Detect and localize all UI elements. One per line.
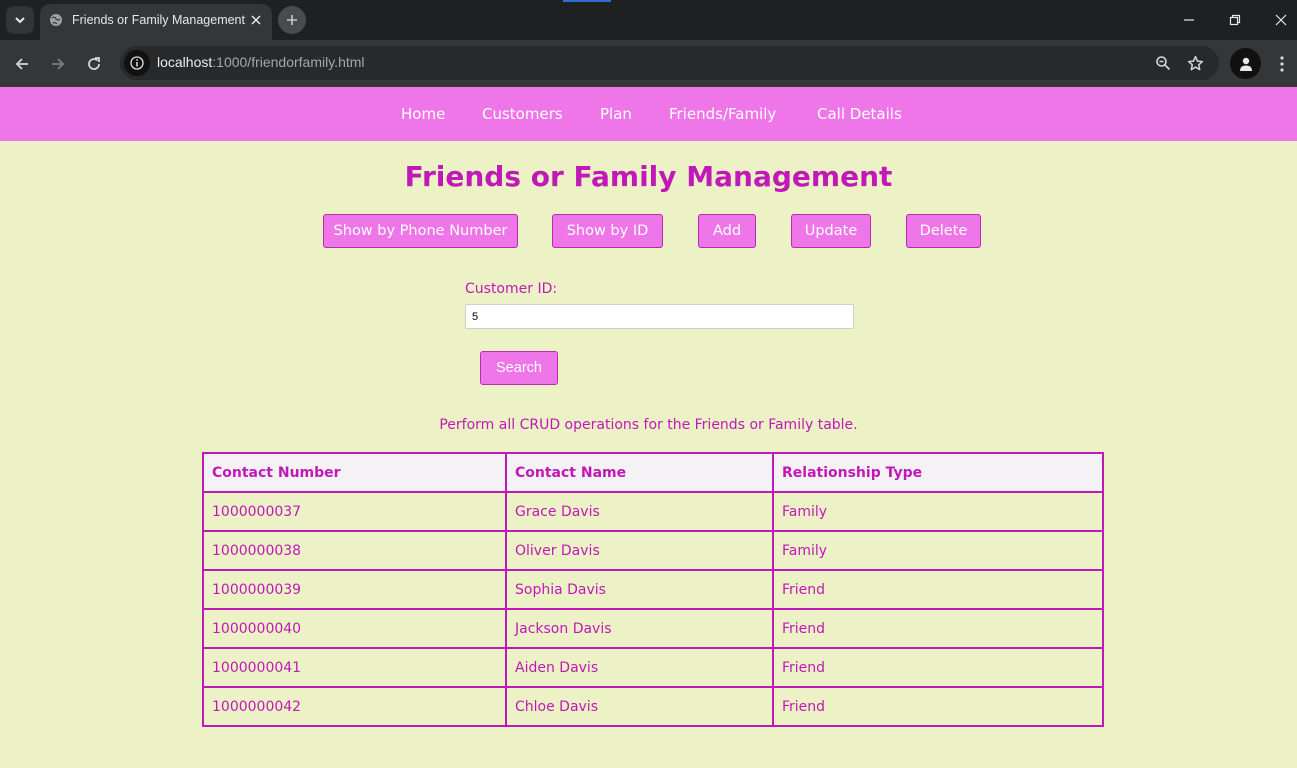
page-title: Friends or Family Management: [404, 160, 893, 193]
contact-name-cell: Sophia Davis: [505, 569, 774, 610]
show-by-id-button[interactable]: Show by ID: [552, 214, 663, 248]
contact-number-cell: 1000000041: [202, 647, 507, 688]
nav-link-home[interactable]: Home: [401, 105, 445, 123]
bookmark-button[interactable]: [1186, 54, 1204, 72]
forward-icon: [52, 58, 65, 70]
nav-link-friends-family[interactable]: Friends/Family: [669, 105, 776, 123]
url-host: localhost: [157, 54, 213, 70]
delete-button[interactable]: Delete: [906, 214, 981, 248]
globe-icon: [50, 14, 62, 26]
column-header: Contact Number: [202, 452, 507, 493]
relationship-type-cell: Family: [772, 530, 1104, 571]
table-row: 1000000042 Chloe Davis Friend: [202, 686, 1104, 727]
customer-id-label: Customer ID:: [465, 281, 558, 297]
relationship-type-cell: Friend: [772, 608, 1104, 649]
url-path: :1000/friendorfamily.html: [212, 54, 365, 70]
table-row: 1000000037 Grace Davis Family: [202, 491, 1104, 532]
contact-name-cell: Aiden Davis: [505, 647, 774, 688]
site-info-icon: [130, 56, 144, 70]
tab-title: Friends or Family Management: [72, 13, 245, 27]
restore-icon: [1229, 14, 1241, 26]
contact-name-cell: Grace Davis: [505, 491, 774, 532]
url-text[interactable]: localhost:1000/friendorfamily.html: [157, 54, 365, 70]
close-window-button[interactable]: [1266, 6, 1296, 34]
browser-tab-bar: Friends or Family Management: [0, 0, 1297, 40]
address-bar[interactable]: localhost:1000/friendorfamily.html: [120, 46, 1219, 80]
restore-button[interactable]: [1220, 6, 1250, 34]
zoom-icon: [1156, 56, 1171, 71]
reload-button[interactable]: [80, 50, 108, 78]
column-header: Contact Name: [505, 452, 774, 493]
table-row: 1000000040 Jackson Davis Friend: [202, 608, 1104, 649]
nav-link-plan[interactable]: Plan: [600, 105, 632, 123]
update-button[interactable]: Update: [791, 214, 871, 248]
contact-number-cell: 1000000040: [202, 608, 507, 649]
contact-number-cell: 1000000037: [202, 491, 507, 532]
table-header-row: Contact Number Contact Name Relationship…: [202, 452, 1104, 493]
contact-name-cell: Jackson Davis: [505, 608, 774, 649]
zoom-button[interactable]: [1154, 54, 1172, 72]
site-nav: Home Customers Plan Friends/Family Call …: [0, 87, 1297, 141]
forward-button[interactable]: [44, 50, 72, 78]
contact-number-cell: 1000000039: [202, 569, 507, 610]
nav-link-customers[interactable]: Customers: [482, 105, 563, 123]
relationship-type-cell: Friend: [772, 647, 1104, 688]
friends-family-table: Contact Number Contact Name Relationship…: [202, 452, 1104, 727]
minimize-icon: [1184, 19, 1194, 21]
close-icon: [251, 15, 261, 25]
minimize-button[interactable]: [1174, 6, 1204, 34]
site-info-button[interactable]: [124, 50, 150, 76]
back-icon: [15, 58, 28, 70]
contact-number-cell: 1000000038: [202, 530, 507, 571]
nav-link-call-details[interactable]: Call Details: [817, 105, 902, 123]
tab-list-button[interactable]: [6, 6, 34, 34]
relationship-type-cell: Family: [772, 491, 1104, 532]
new-tab-button[interactable]: [278, 6, 306, 34]
info-text: Perform all CRUD operations for the Frie…: [439, 417, 858, 433]
contact-number-cell: 1000000042: [202, 686, 507, 727]
back-button[interactable]: [8, 50, 36, 78]
customer-id-input[interactable]: [465, 304, 854, 329]
close-icon: [1275, 14, 1287, 26]
browser-toolbar: localhost:1000/friendorfamily.html: [0, 40, 1297, 87]
table-row: 1000000041 Aiden Davis Friend: [202, 647, 1104, 688]
add-button[interactable]: Add: [698, 214, 756, 248]
column-header: Relationship Type: [772, 452, 1104, 493]
window-accent-line: [563, 0, 611, 2]
contact-name-cell: Chloe Davis: [505, 686, 774, 727]
tab-close-button[interactable]: [248, 12, 264, 28]
relationship-type-cell: Friend: [772, 569, 1104, 610]
browser-tab[interactable]: Friends or Family Management: [40, 4, 272, 40]
search-button[interactable]: Search: [480, 351, 558, 385]
tab-list-icon: [15, 17, 25, 24]
show-by-phone-button[interactable]: Show by Phone Number: [323, 214, 518, 248]
profile-button[interactable]: [1230, 48, 1261, 79]
star-icon: [1187, 55, 1203, 70]
contact-name-cell: Oliver Davis: [505, 530, 774, 571]
plus-icon: [287, 15, 297, 25]
profile-icon: [1239, 57, 1252, 71]
browser-menu-button[interactable]: [1272, 53, 1292, 75]
table-row: 1000000038 Oliver Davis Family: [202, 530, 1104, 571]
table-row: 1000000039 Sophia Davis Friend: [202, 569, 1104, 610]
menu-icon: [1280, 56, 1284, 72]
reload-icon: [88, 57, 100, 70]
relationship-type-cell: Friend: [772, 686, 1104, 727]
